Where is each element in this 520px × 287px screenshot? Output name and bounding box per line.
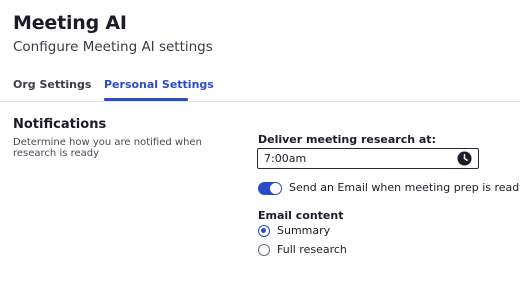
radio-summary-label: Summary <box>277 224 331 237</box>
tabs-divider <box>0 101 520 102</box>
page-title: Meeting AI <box>13 12 127 34</box>
delivery-time-value: 7:00am <box>264 152 307 165</box>
deliver-research-label: Deliver meeting research at: <box>258 133 436 146</box>
clock-icon[interactable] <box>457 151 472 166</box>
radio-summary-checked[interactable] <box>258 225 270 237</box>
page-subtitle: Configure Meeting AI settings <box>13 39 213 55</box>
email-notification-toggle[interactable] <box>258 182 282 195</box>
tab-org-settings[interactable]: Org Settings <box>13 78 91 91</box>
email-content-label: Email content <box>258 209 344 222</box>
tab-personal-settings[interactable]: Personal Settings <box>104 78 214 91</box>
notifications-description: Determine how you are notified when rese… <box>13 137 202 159</box>
radio-full-research-label: Full research <box>277 243 347 256</box>
notifications-title: Notifications <box>13 117 107 132</box>
toggle-knob <box>270 183 281 194</box>
email-toggle-label: Send an Email when meeting prep is ready <box>289 181 520 194</box>
delivery-time-input[interactable]: 7:00am <box>257 148 479 169</box>
radio-full-research-unchecked[interactable] <box>258 244 270 256</box>
